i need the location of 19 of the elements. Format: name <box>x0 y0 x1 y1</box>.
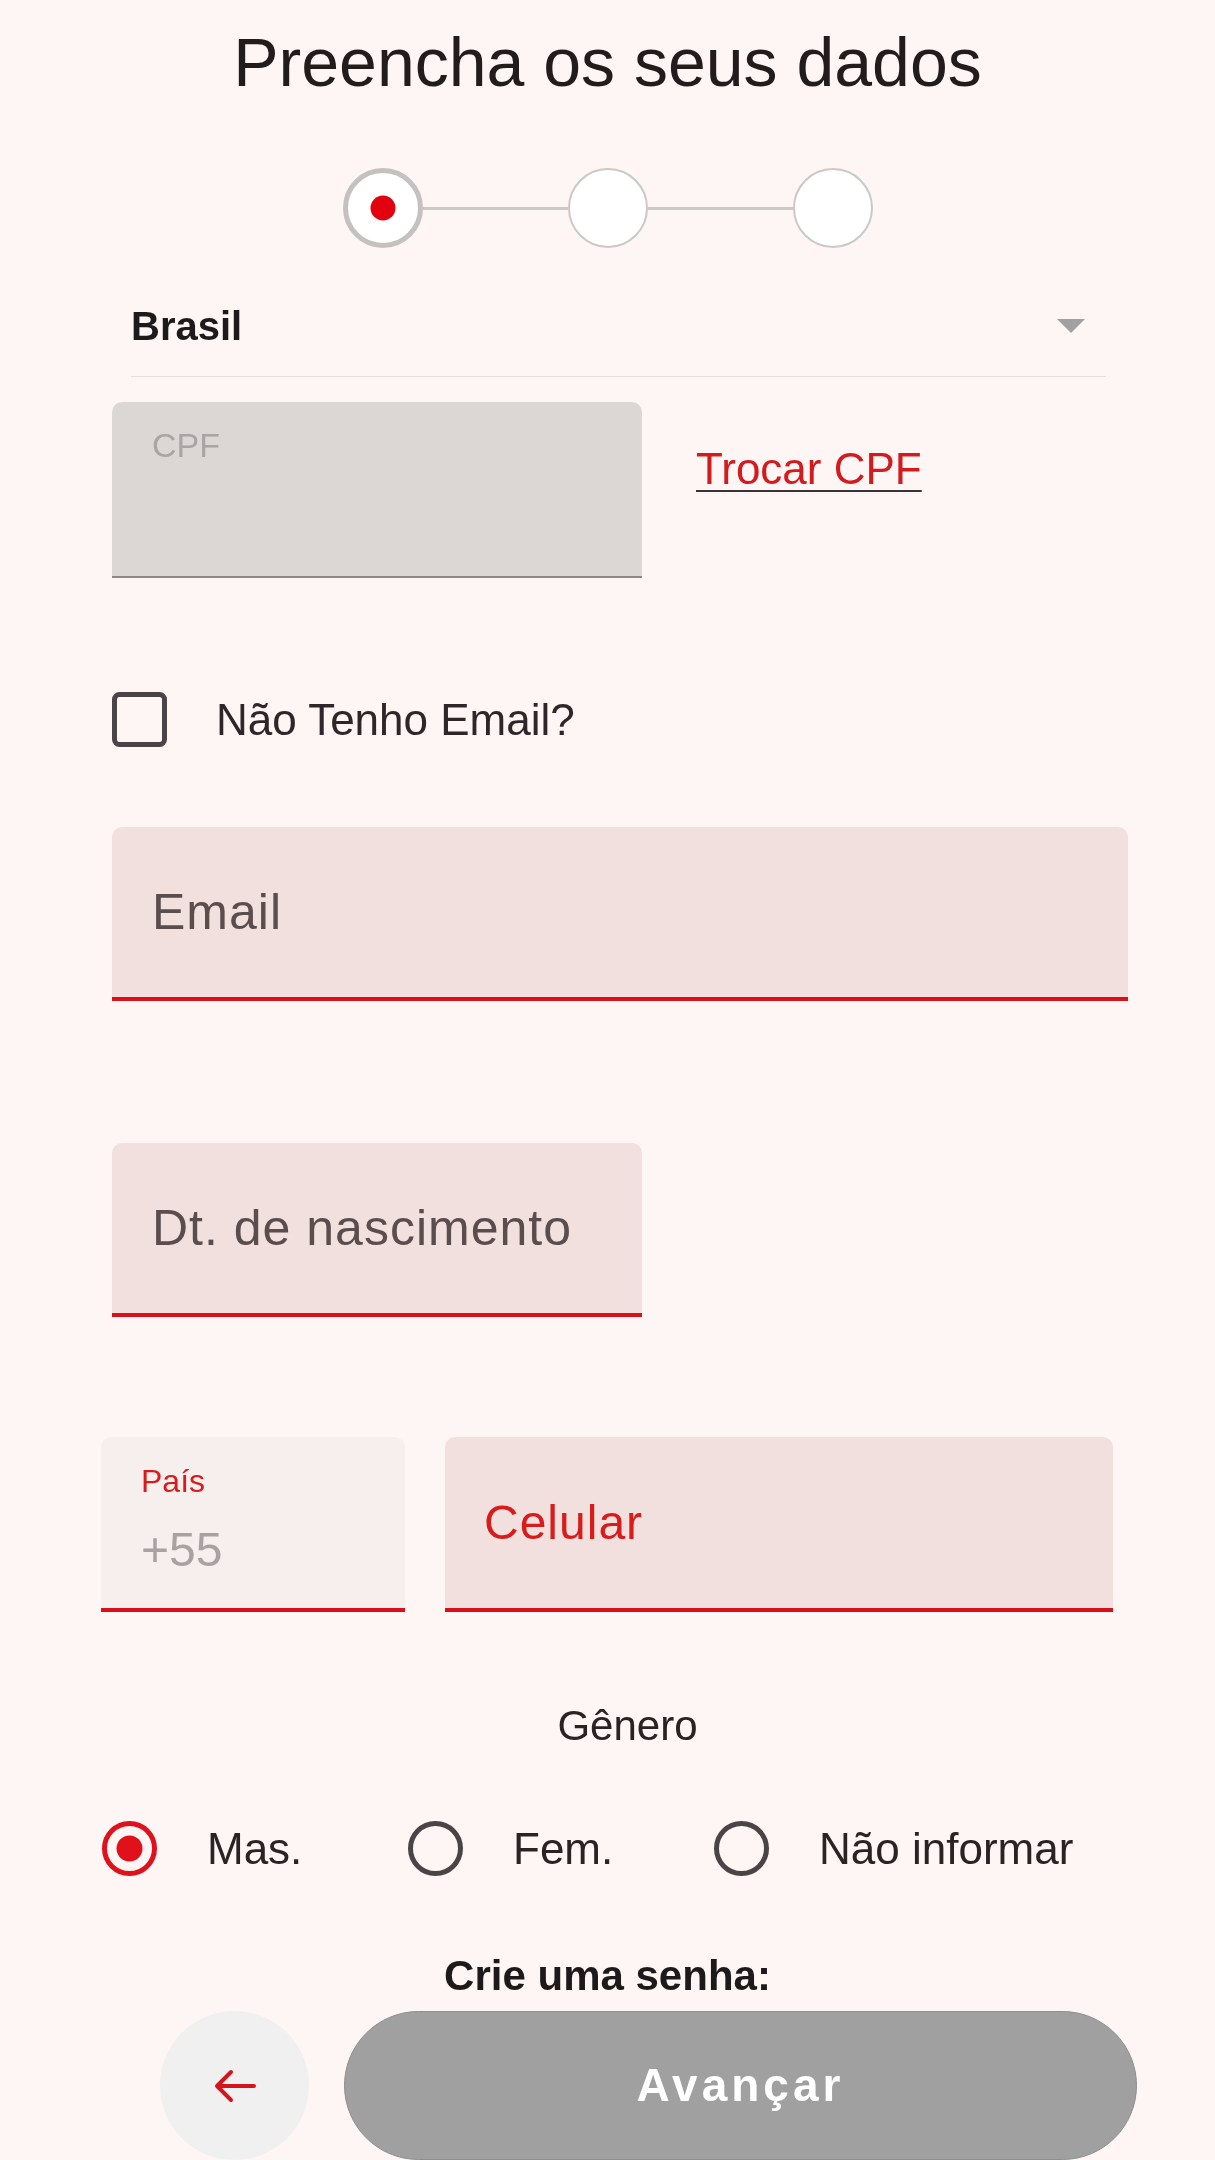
radio-label[interactable]: Não informar <box>819 1822 1074 1875</box>
gender-label: Gênero <box>557 1701 698 1751</box>
change-cpf-link[interactable]: Trocar CPF <box>696 442 922 495</box>
page-title: Preencha os seus dados <box>233 23 982 102</box>
radio-label[interactable]: Fem. <box>513 1822 614 1875</box>
dropdown-caret-icon[interactable] <box>1057 319 1085 333</box>
radio-button[interactable] <box>714 1821 769 1876</box>
back-arrow-icon[interactable] <box>212 2068 257 2103</box>
country-select[interactable]: Brasil <box>131 290 1106 377</box>
checkbox[interactable] <box>112 692 167 747</box>
password-heading: Crie uma senha: <box>444 1952 771 2000</box>
radio-button[interactable] <box>408 1821 463 1876</box>
radio-button[interactable] <box>102 1821 157 1876</box>
phone-number-field[interactable]: Celular <box>445 1437 1113 1612</box>
checkbox-label[interactable]: Não Tenho Email? <box>216 693 575 746</box>
country-code-field[interactable]: País +55 <box>101 1437 405 1612</box>
birth-date-field[interactable]: Dt. de nascimento <box>112 1143 642 1317</box>
radio-label[interactable]: Mas. <box>207 1822 303 1875</box>
email-field[interactable]: Email <box>112 827 1128 1001</box>
